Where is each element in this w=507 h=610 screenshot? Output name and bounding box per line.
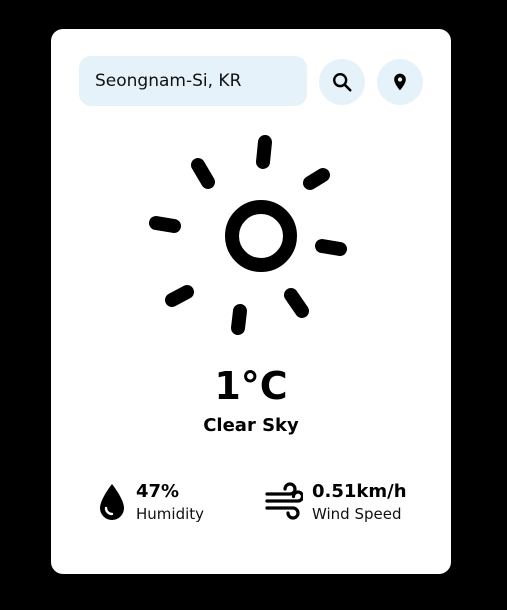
sun-icon bbox=[149, 135, 347, 335]
search-button[interactable] bbox=[319, 59, 365, 105]
wind-speed-label: Wind Speed bbox=[312, 505, 402, 523]
location-pin-icon bbox=[394, 73, 406, 91]
current-location-button[interactable] bbox=[377, 59, 423, 105]
temperature: 1°C bbox=[214, 364, 288, 408]
wind-icon bbox=[265, 482, 303, 520]
weather-condition: Clear Sky bbox=[203, 415, 299, 436]
weather-card: 1°C Clear Sky 47% Humidity 0.51km/h Wind… bbox=[51, 29, 451, 574]
wind-speed-value: 0.51km/h bbox=[312, 481, 407, 502]
search-icon bbox=[333, 73, 352, 92]
city-search-input[interactable] bbox=[79, 56, 307, 106]
humidity-label: Humidity bbox=[136, 505, 205, 523]
humidity-value: 47% bbox=[136, 481, 180, 502]
water-drop-icon bbox=[100, 484, 124, 520]
search-bar bbox=[79, 56, 423, 106]
